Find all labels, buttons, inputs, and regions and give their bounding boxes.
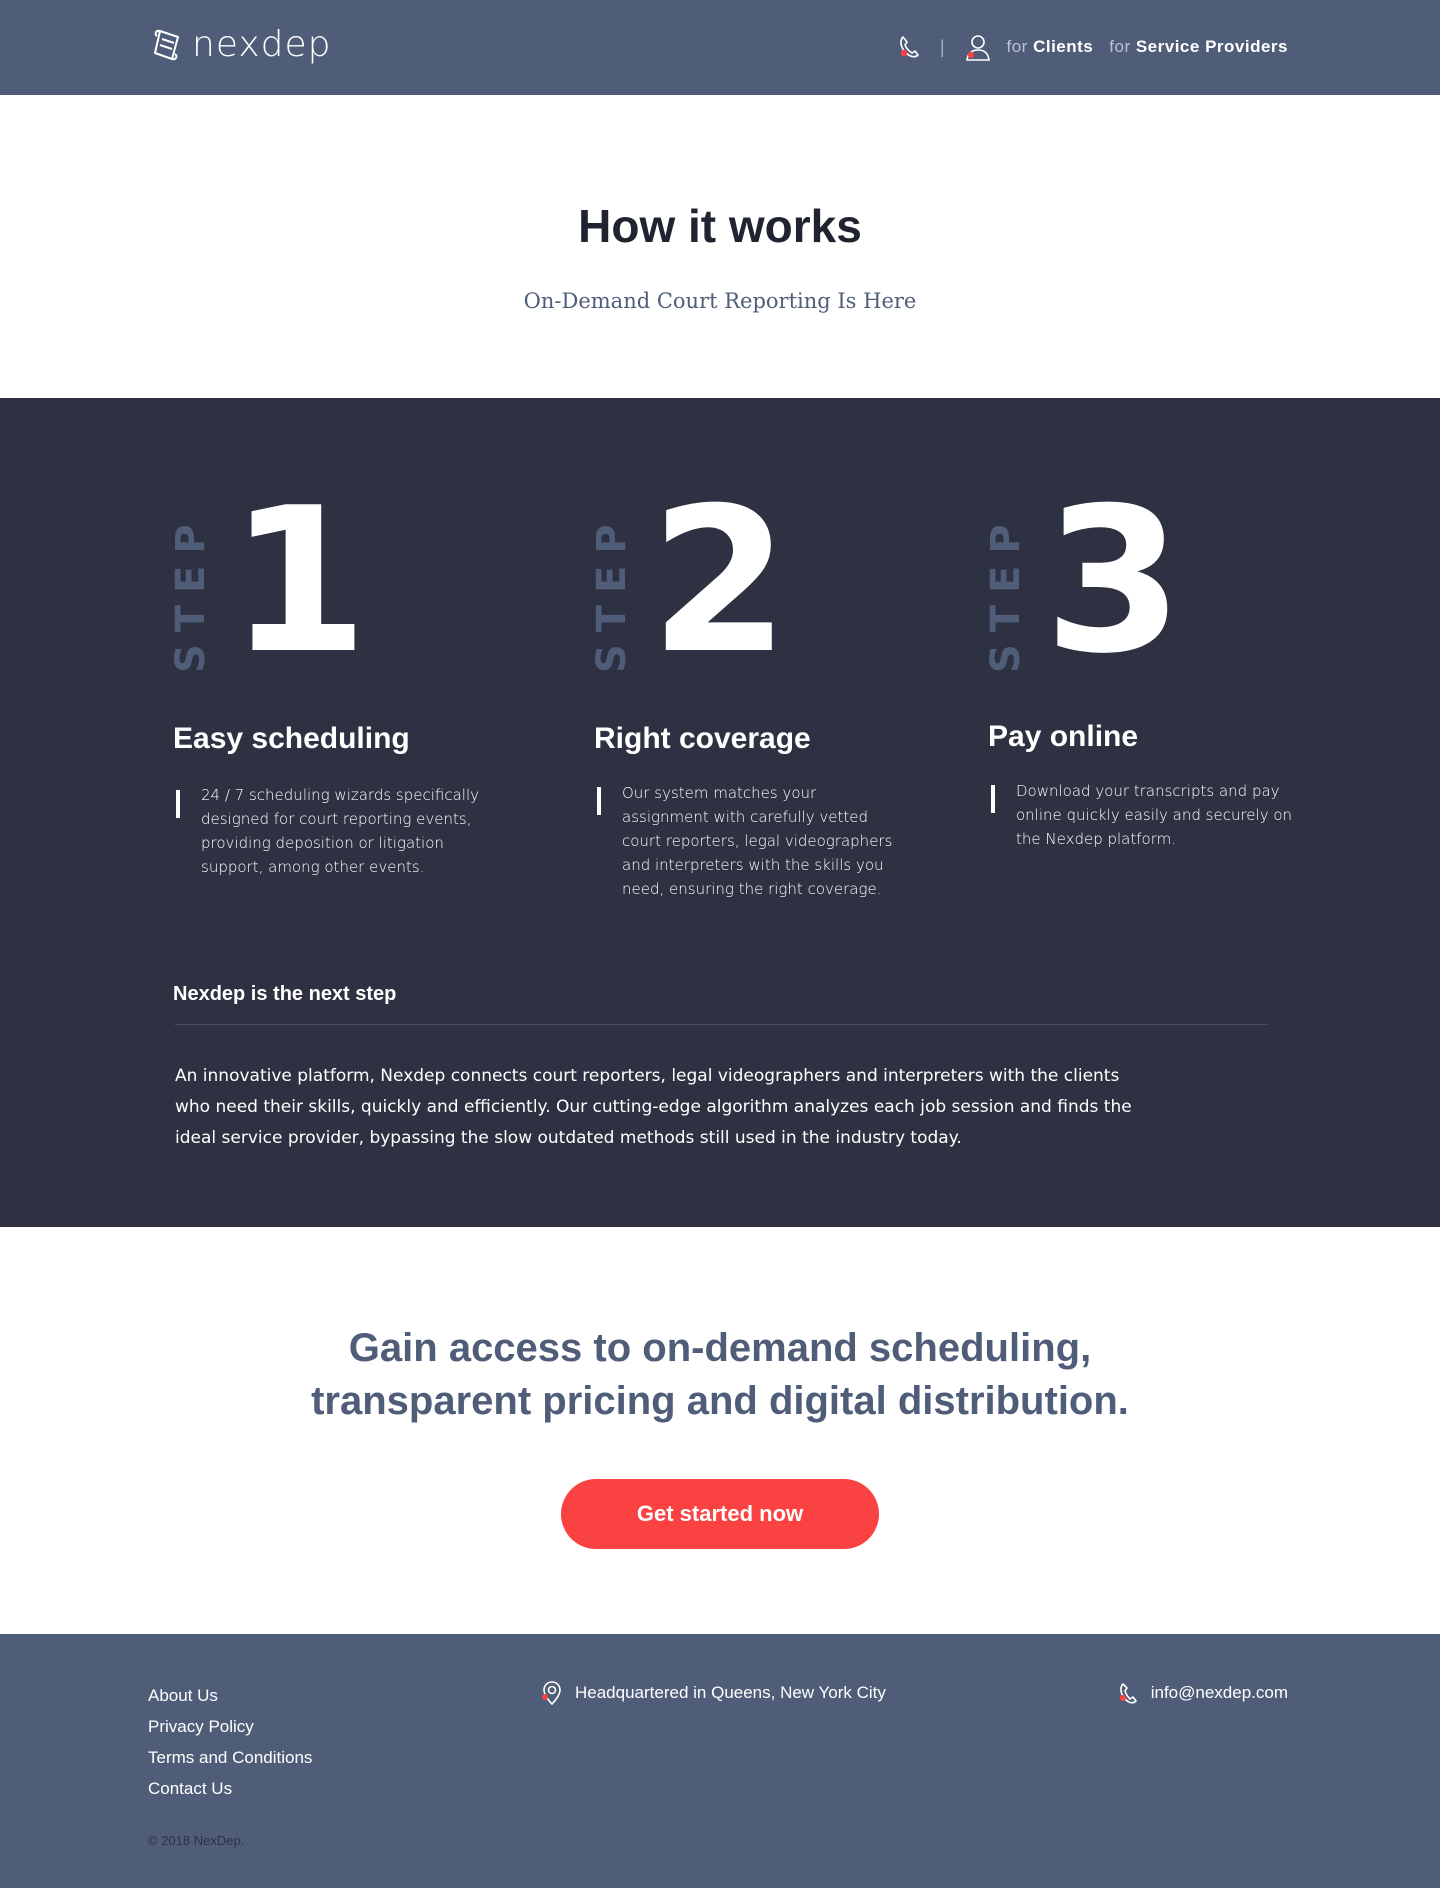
logo[interactable]: nexdep xyxy=(152,24,332,65)
footer-link-terms[interactable]: Terms and Conditions xyxy=(148,1742,312,1773)
phone-icon[interactable] xyxy=(896,34,922,60)
nav-prefix: for xyxy=(1109,37,1131,56)
brand-name: nexdep xyxy=(192,24,332,65)
page-subtitle: On-Demand Court Reporting Is Here xyxy=(523,289,917,313)
nav-separator: | xyxy=(939,36,945,57)
nav-label-service-providers: Service Providers xyxy=(1135,37,1288,56)
footer-address: Headquartered in Queens, New York City xyxy=(541,1680,886,1706)
next-step-title: Nexdep is the next step xyxy=(173,983,397,1005)
user-icon xyxy=(965,35,990,61)
nav-prefix: for xyxy=(1006,37,1028,56)
copyright: © 2018 NexDep. xyxy=(148,1833,245,1848)
phone-icon xyxy=(1119,1683,1137,1704)
next-step-text: An innovative platform, Nexdep connects … xyxy=(175,1066,1132,1148)
step-description: Download your transcripts and pay online… xyxy=(1016,782,1293,848)
email-link[interactable]: info@nexdep.com xyxy=(1151,1683,1288,1703)
page-title: How it works xyxy=(578,200,862,252)
footer-link-contact[interactable]: Contact Us xyxy=(148,1773,312,1804)
cta-section: Gain access to on-demand scheduling, tra… xyxy=(0,1227,1440,1634)
footer-links: About Us Privacy Policy Terms and Condit… xyxy=(148,1680,312,1804)
step-word: STEP xyxy=(983,512,1029,673)
step-bar xyxy=(991,785,995,813)
step-word: STEP xyxy=(168,512,214,673)
divider xyxy=(175,1024,1267,1025)
steps-section: STEP 1 Easy scheduling 24 / 7 scheduling… xyxy=(0,398,1440,1227)
step-title: Pay online xyxy=(988,720,1139,753)
site-footer: About Us Privacy Policy Terms and Condit… xyxy=(0,1634,1440,1888)
step-word: STEP xyxy=(589,512,635,673)
footer-link-privacy[interactable]: Privacy Policy xyxy=(148,1711,312,1742)
cta-title: Gain access to on-demand scheduling, tra… xyxy=(0,1322,1440,1428)
step-number: 3 xyxy=(1044,465,1184,698)
step-number: 1 xyxy=(229,465,369,698)
get-started-button[interactable]: Get started now xyxy=(561,1479,879,1549)
scroll-logo-icon xyxy=(154,29,179,60)
step-label: STEP xyxy=(168,512,214,682)
nav-label-clients: Clients xyxy=(1033,37,1094,56)
step-description: 24 / 7 scheduling wizards specifically d… xyxy=(201,786,480,876)
hero-section: How it works On-Demand Court Reporting I… xyxy=(0,95,1440,398)
step-bar xyxy=(176,790,180,818)
top-nav: | for Clients for Service Providers xyxy=(896,30,1288,64)
location-pin-icon xyxy=(542,1681,561,1706)
step-title: Easy scheduling xyxy=(173,722,410,755)
cta-title-line: transparent pricing and digital distribu… xyxy=(311,1379,1129,1423)
step-label: STEP xyxy=(589,512,635,682)
address-text: Headquartered in Queens, New York City xyxy=(575,1683,886,1702)
footer-email: info@nexdep.com xyxy=(1117,1680,1288,1706)
step-description: Our system matches your assignment with … xyxy=(622,784,893,898)
cta-title-line: Gain access to on-demand scheduling, xyxy=(348,1326,1092,1370)
step-label: STEP xyxy=(983,512,1029,682)
footer-link-about[interactable]: About Us xyxy=(148,1680,312,1711)
step-bar xyxy=(597,787,601,815)
nav-link-service-providers[interactable]: for Service Providers xyxy=(1109,37,1288,57)
step-title: Right coverage xyxy=(594,722,811,755)
nav-link-clients[interactable]: for Clients xyxy=(1007,37,1094,57)
step-number: 2 xyxy=(650,465,790,698)
site-header: nexdep | for Clients for Service Provide… xyxy=(0,0,1440,95)
